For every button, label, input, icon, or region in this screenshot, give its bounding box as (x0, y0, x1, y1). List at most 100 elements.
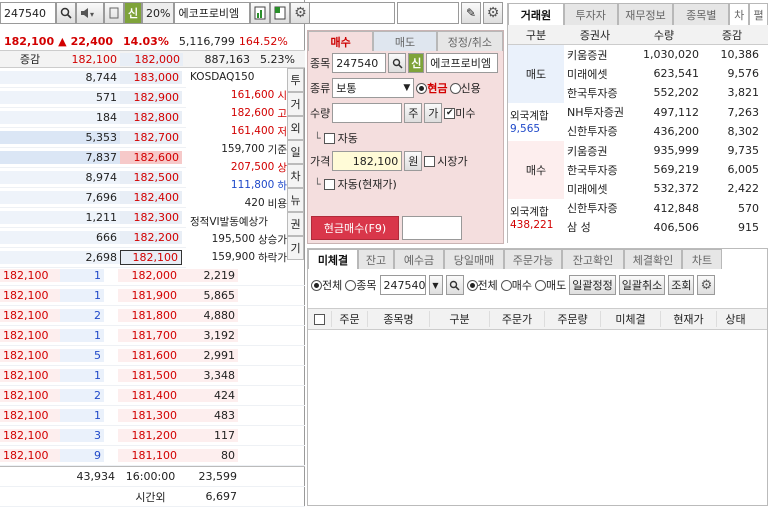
qty-unit-button[interactable]: 주 (404, 103, 423, 123)
bid-price[interactable]: 181,700 (118, 329, 180, 342)
search-icon[interactable] (56, 2, 76, 24)
bid-price[interactable]: 182,000 (118, 269, 180, 282)
bid-row[interactable]: 182,100 1 182,000 2,219 (0, 266, 305, 286)
tab-sell[interactable]: 매도 (373, 31, 437, 51)
filter-all-radio[interactable]: 전체 (311, 277, 342, 293)
side-tab[interactable]: 차 (287, 164, 304, 188)
batch-cancel-button[interactable]: 일괄취소 (618, 275, 666, 295)
bid-price[interactable]: 181,900 (118, 289, 180, 302)
ask-price[interactable]: 182,100 (120, 250, 182, 265)
filter-dropdown-icon[interactable]: ▼ (428, 275, 443, 295)
ask-price[interactable]: 182,400 (120, 191, 182, 204)
select-all-checkbox[interactable] (314, 313, 325, 325)
broker-row[interactable]: 미래에셋 532,372 2,422 (564, 179, 768, 199)
order-code-input[interactable]: 247540 (332, 53, 387, 73)
tab-expand[interactable]: 펼 (749, 3, 768, 25)
ask-row[interactable]: 7,837 182,600 (0, 148, 186, 168)
tab-investor[interactable]: 투자자 (563, 3, 618, 25)
filter-code-input[interactable]: 247540 (379, 275, 426, 295)
speaker-icon[interactable]: ▾ (76, 2, 104, 24)
buy-amount-field[interactable] (402, 216, 462, 240)
side-tab[interactable]: 일 (287, 140, 304, 164)
broker-row[interactable]: 한국투자증 569,219 6,005 (564, 160, 768, 180)
bid-price[interactable]: 181,200 (118, 429, 180, 442)
side-tab[interactable]: 외 (287, 116, 304, 140)
side-tab[interactable]: 뉴 (287, 188, 304, 212)
gear-icon[interactable]: ⚙ (290, 2, 311, 24)
market-price-checkbox[interactable]: 시장가 (424, 153, 468, 169)
tab-financial[interactable]: 재무정보 (617, 3, 674, 25)
order-price-input[interactable]: 182,100 (332, 151, 403, 171)
ask-price[interactable]: 182,700 (120, 131, 182, 144)
side-tab[interactable]: 기 (287, 236, 304, 260)
orders-gear-icon[interactable]: ⚙ (697, 275, 716, 295)
batch-modify-button[interactable]: 일괄정정 (569, 275, 616, 295)
side-tab[interactable]: 권 (287, 212, 304, 236)
orders-tab[interactable]: 예수금 (394, 249, 444, 269)
auto-current-checkbox[interactable] (323, 178, 335, 190)
credit-radio[interactable]: 신용 (449, 80, 481, 96)
side-all-radio[interactable]: 전체 (466, 277, 498, 293)
bid-row[interactable]: 182,100 1 181,900 5,865 (0, 286, 305, 306)
layout-icon[interactable] (270, 2, 291, 24)
orders-tab[interactable]: 당일매매 (444, 249, 504, 269)
tab-buy[interactable]: 매수 (308, 31, 374, 51)
broker-row[interactable]: 신한투자증 436,200 8,302 (564, 121, 768, 141)
ask-price[interactable]: 182,900 (120, 91, 182, 104)
ask-row[interactable]: 8,974 182,500 (0, 168, 186, 188)
side-tab[interactable]: 거 (287, 92, 304, 116)
broker-row[interactable]: 미래에셋 623,541 9,576 (564, 64, 768, 84)
bid-row[interactable]: 182,100 3 181,200 117 (0, 426, 305, 446)
ask-row[interactable]: 8,744 183,000 (0, 68, 186, 88)
tab-broker[interactable]: 거래원 (508, 3, 564, 25)
tab-chart[interactable]: 차 (729, 3, 750, 25)
bid-row[interactable]: 182,100 2 181,800 4,880 (0, 306, 305, 326)
order-gear-icon[interactable]: ⚙ (483, 2, 503, 24)
ask-row[interactable]: 571 182,900 (0, 88, 186, 108)
bid-price[interactable]: 181,500 (118, 369, 180, 382)
broker-row[interactable]: NH투자증권 497,112 7,263 (564, 102, 768, 122)
bid-row[interactable]: 182,100 1 181,700 3,192 (0, 326, 305, 346)
ask-row[interactable]: 184 182,800 (0, 108, 186, 128)
ask-price[interactable]: 182,500 (120, 171, 182, 184)
filter-search-icon[interactable] (445, 275, 464, 295)
ask-row[interactable]: 666 182,200 (0, 228, 186, 248)
ask-price[interactable]: 183,000 (120, 71, 182, 84)
tab-modify[interactable]: 정정/취소 (436, 31, 503, 51)
ask-row[interactable]: 5,353 182,700 (0, 128, 186, 148)
stock-name-field[interactable]: 에코프로비엠 (174, 2, 251, 24)
cash-buy-button[interactable]: 현금매수(F9) (311, 216, 399, 240)
list-icon[interactable] (104, 2, 124, 24)
filter-stock-radio[interactable]: 종목 (345, 277, 377, 293)
orders-tab[interactable]: 잔고확인 (562, 249, 624, 269)
broker-row[interactable]: 삼 성 406,506 915 (564, 217, 768, 237)
orders-tab[interactable]: 미체결 (308, 249, 358, 269)
broker-row[interactable]: 한국투자증 552,202 3,821 (564, 83, 768, 103)
ask-price[interactable]: 182,300 (120, 211, 182, 224)
orders-tab[interactable]: 차트 (682, 249, 722, 269)
order-qty-input[interactable] (332, 103, 403, 123)
orders-tab[interactable]: 체결확인 (624, 249, 682, 269)
broker-row[interactable]: 키움증권 1,030,020 10,386 (564, 45, 768, 65)
bid-row[interactable]: 182,100 9 181,100 80 (0, 446, 305, 466)
order-type-select[interactable]: 보통 ▼ (332, 78, 415, 98)
orders-tab[interactable]: 주문가능 (504, 249, 562, 269)
account-select[interactable] (309, 2, 395, 24)
side-buy-radio[interactable]: 매수 (500, 277, 532, 293)
bid-row[interactable]: 182,100 2 181,400 424 (0, 386, 305, 406)
ask-row[interactable]: 2,698 182,100 (0, 248, 186, 268)
bid-price[interactable]: 181,600 (118, 349, 180, 362)
bid-row[interactable]: 182,100 1 181,500 3,348 (0, 366, 305, 386)
side-sell-radio[interactable]: 매도 (535, 277, 566, 293)
won-button[interactable]: 원 (404, 151, 423, 171)
bid-price[interactable]: 181,100 (118, 449, 180, 462)
side-tab[interactable]: 투 (287, 68, 304, 92)
bid-price[interactable]: 181,800 (118, 309, 180, 322)
bid-row[interactable]: 182,100 1 181,300 483 (0, 406, 305, 426)
order-search-icon[interactable] (388, 53, 407, 73)
stock-code-input[interactable]: 247540 (0, 2, 56, 24)
ask-price[interactable]: 182,800 (120, 111, 182, 124)
bid-price[interactable]: 181,400 (118, 389, 180, 402)
cash-radio[interactable]: 현금 (416, 80, 448, 96)
ask-price[interactable]: 182,600 (120, 151, 182, 164)
